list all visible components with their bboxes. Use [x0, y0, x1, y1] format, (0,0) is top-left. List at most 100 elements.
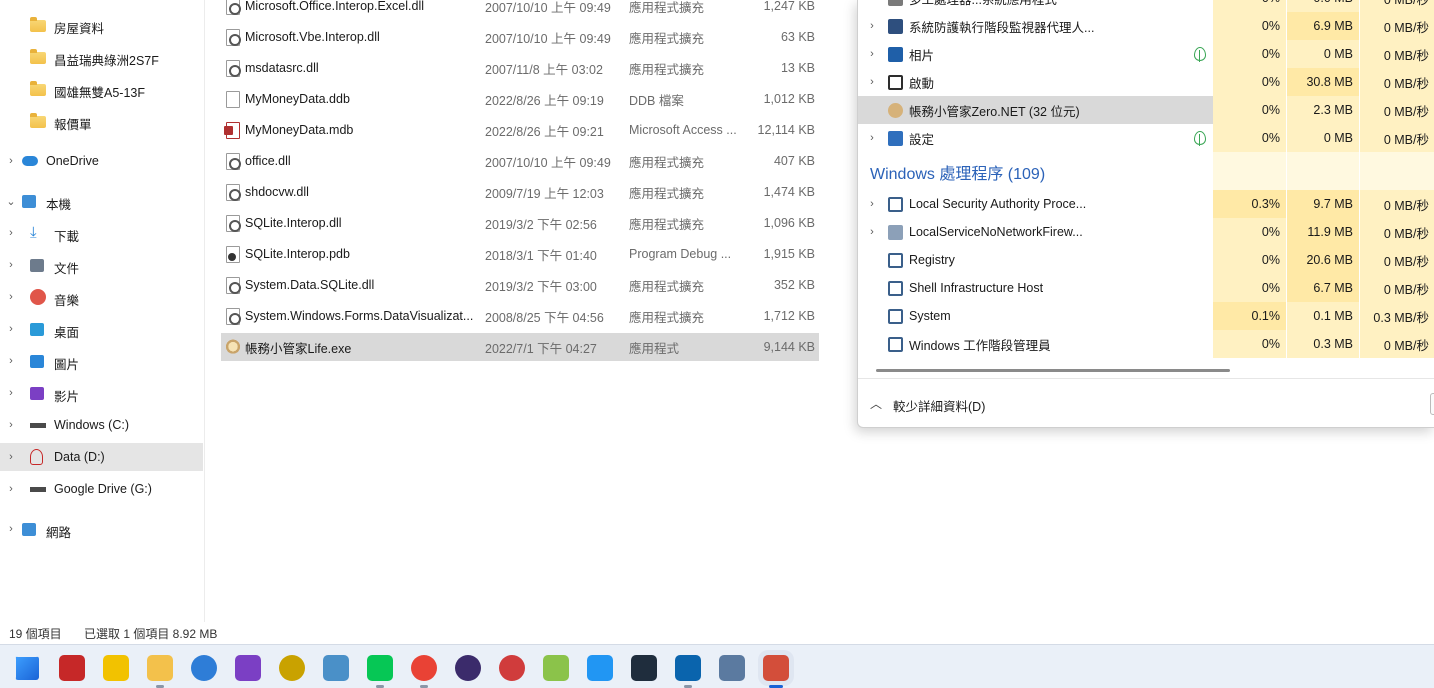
resource-monitor-icon[interactable] [719, 655, 745, 681]
process-name: Registry [909, 253, 955, 267]
file-row[interactable]: 帳務小管家Life.exe 2022/7/1 下午 04:27 應用程式 9,144 … [221, 333, 819, 361]
process-row[interactable]: Shell Infrastructure Host 0% 6.7 MB 0 MB/秒 [858, 274, 1434, 302]
file-icon [226, 91, 240, 108]
dark-app-icon[interactable] [631, 655, 657, 681]
chevron-right-icon[interactable]: › [866, 132, 878, 144]
nav-item[interactable]: ⌄ 本機 [0, 187, 203, 215]
nav-item[interactable]: › 圖片 [0, 347, 203, 375]
nav-item[interactable]: 房屋資料 [0, 11, 203, 39]
file-row[interactable]: System.Windows.Forms.DataVisualizat... 20… [221, 302, 819, 330]
nav-item[interactable]: › OneDrive [0, 147, 203, 175]
chevron-right-icon[interactable]: › [866, 20, 878, 32]
process-row[interactable]: › 設定 0% 0 MB 0 MB/秒 [858, 124, 1434, 152]
group-header-windows-processes[interactable]: Windows 處理程序 (109) [870, 160, 1045, 184]
file-row[interactable]: msdatasrc.dll 2007/11/8 上午 03:02 應用程式擴充 13 … [221, 54, 819, 82]
process-row[interactable]: Registry 0% 20.6 MB 0 MB/秒 [858, 246, 1434, 274]
process-row[interactable]: › Local Security Authority Proce... 0.3% 9.… [858, 190, 1434, 218]
archive-app-icon[interactable] [323, 655, 349, 681]
file-row[interactable]: shdocvw.dll 2009/7/19 上午 12:03 應用程式擴充 1,474… [221, 178, 819, 206]
process-row[interactable]: 帳務小管家Zero.NET (32 位元) 0% 2.3 MB 0 MB/秒 [858, 96, 1434, 124]
cpu-value: 0% [1213, 274, 1286, 302]
chevron-right-icon[interactable]: › [4, 450, 18, 464]
visual-studio-icon[interactable] [235, 655, 261, 681]
chevron-right-icon[interactable]: › [4, 418, 18, 432]
file-type: DDB 檔案 [629, 93, 684, 108]
nav-item[interactable]: › 桌面 [0, 315, 203, 343]
chevron-right-icon[interactable]: › [866, 76, 878, 88]
chevron-right-icon[interactable]: › [4, 522, 18, 536]
file-name: System.Windows.Forms.DataVisualizat... [245, 309, 474, 323]
outlook-icon[interactable] [675, 655, 701, 681]
chevron-right-icon[interactable]: › [4, 290, 18, 304]
file-name: System.Data.SQLite.dll [245, 278, 375, 292]
file-size: 12,114 KB [757, 123, 815, 137]
music-app-icon[interactable] [587, 655, 613, 681]
nav-item[interactable]: 報價單 [0, 107, 203, 135]
red-app-icon[interactable] [59, 655, 85, 681]
horizontal-scrollbar[interactable] [876, 369, 1230, 372]
dll-icon [226, 29, 241, 46]
nav-item[interactable]: 國雄無雙A5-13F [0, 75, 203, 103]
nav-item[interactable]: › 網路 [0, 515, 203, 543]
file-row[interactable]: office.dll 2007/10/10 上午 09:49 應用程式擴充 407 K… [221, 147, 819, 175]
cpu-value: 0% [1213, 68, 1286, 96]
red-circle-app-icon[interactable] [499, 655, 525, 681]
file-row[interactable]: Microsoft.Vbe.Interop.dll 2007/10/10 上午 0… [221, 23, 819, 51]
nav-item[interactable]: › 文件 [0, 251, 203, 279]
pdb-icon [226, 246, 240, 263]
nav-item[interactable]: › 音樂 [0, 283, 203, 311]
browser-icon[interactable] [191, 655, 217, 681]
file-explorer-icon[interactable] [147, 655, 173, 681]
nav-item[interactable]: 昌益瑞典綠洲2S7F [0, 43, 203, 71]
nav-item[interactable]: › Windows (C:) [0, 411, 203, 439]
yellow-app-icon[interactable] [103, 655, 129, 681]
line-icon[interactable] [367, 655, 393, 681]
nav-item[interactable]: › Google Drive (G:) [0, 475, 203, 503]
start-icon[interactable] [15, 656, 39, 680]
chevron-right-icon[interactable]: › [4, 322, 18, 336]
nav-item[interactable]: › ⤓ 下載 [0, 219, 203, 247]
process-row[interactable]: › 系統防護執行階段監視器代理人... 0% 6.9 MB 0 MB/秒 [858, 12, 1434, 40]
chevron-right-icon[interactable]: › [4, 226, 18, 240]
ue-app-icon[interactable] [279, 655, 305, 681]
file-row[interactable]: Microsoft.Office.Interop.Excel.dll 2007/1… [221, 0, 819, 20]
process-row[interactable]: System 0.1% 0.1 MB 0.3 MB/秒 [858, 302, 1434, 330]
file-size: 407 KB [773, 154, 815, 168]
process-name: 系統防護執行階段監視器代理人... [909, 20, 1095, 35]
process-row[interactable]: › 多工處理器...系統應用程式 0%0.0 MB0 MB/秒 [858, 0, 1434, 12]
nav-item[interactable]: › 影片 [0, 379, 203, 407]
chevron-right-icon[interactable]: › [4, 482, 18, 496]
chevron-right-icon[interactable]: › [866, 198, 878, 210]
chevron-right-icon[interactable]: › [4, 354, 18, 368]
chevron-right-icon[interactable]: › [866, 226, 878, 238]
chrome-icon[interactable] [411, 655, 437, 681]
process-row[interactable]: Windows 工作階段管理員 0% 0.3 MB 0 MB/秒 [858, 330, 1434, 358]
startup-icon [888, 75, 903, 90]
chevron-right-icon[interactable]: › [866, 48, 878, 60]
file-date: 2019/3/2 下午 03:00 [485, 279, 597, 294]
green-yellow-app-icon[interactable] [543, 655, 569, 681]
eclipse-icon[interactable] [455, 655, 481, 681]
process-row[interactable]: › 啟動 0% 30.8 MB 0 MB/秒 [858, 68, 1434, 96]
file-row[interactable]: MyMoneyData.ddb 2022/8/26 上午 09:19 DDB 檔案 1… [221, 85, 819, 113]
process-row[interactable]: › 相片 0% 0 MB 0 MB/秒 [858, 40, 1434, 68]
task-manager-icon[interactable] [763, 655, 789, 681]
nav-item[interactable]: › Data (D:) [0, 443, 203, 471]
end-task-button[interactable] [1430, 393, 1434, 415]
chevron-right-icon[interactable]: › [866, 0, 878, 4]
disk-value: 0 MB/秒 [1360, 0, 1434, 12]
process-row[interactable]: › LocalServiceNoNetworkFirew... 0% 11.9 MB 0… [858, 218, 1434, 246]
file-row[interactable]: SQLite.Interop.pdb 2018/3/1 下午 01:40 Progr… [221, 240, 819, 268]
chevron-up-icon[interactable]: ︿ [870, 395, 882, 412]
chevron-down-icon[interactable]: ⌄ [4, 194, 18, 208]
file-row[interactable]: System.Data.SQLite.dll 2019/3/2 下午 03:00 應… [221, 271, 819, 299]
file-date: 2019/3/2 下午 02:56 [485, 217, 597, 232]
chevron-right-icon[interactable]: › [4, 258, 18, 272]
fewer-details-button[interactable]: 較少詳細資料(D) [893, 396, 985, 415]
chevron-right-icon[interactable]: › [4, 154, 18, 168]
file-row[interactable]: SQLite.Interop.dll 2019/3/2 下午 02:56 應用程式擴… [221, 209, 819, 237]
chevron-right-icon[interactable]: › [4, 386, 18, 400]
file-row[interactable]: MyMoneyData.mdb 2022/8/26 上午 09:21 Microso… [221, 116, 819, 144]
task-manager-footer: ︿ 較少詳細資料(D) [858, 378, 1434, 427]
memory-value: 0.1 MB [1287, 302, 1359, 330]
